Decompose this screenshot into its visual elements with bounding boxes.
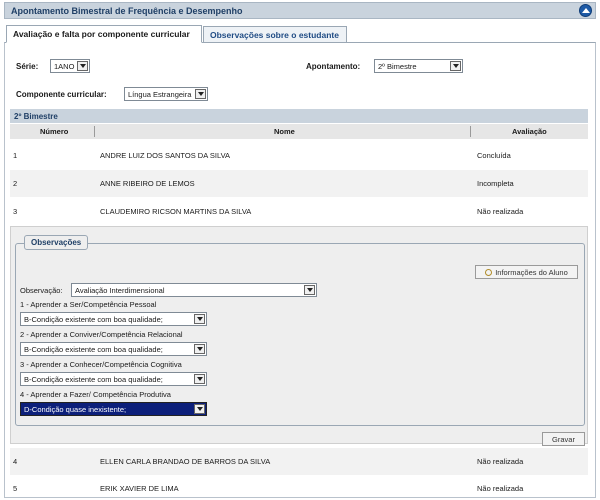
row-name: ANDRE LUIZ DOS SANTOS DA SILVA (100, 151, 231, 160)
window-title: Apontamento Bimestral de Frequência e De… (11, 5, 243, 16)
serie-value: 1ANO (54, 61, 75, 71)
chevron-down-icon (304, 285, 315, 295)
observacoes-legend: Observações (24, 235, 89, 250)
info-aluno-label: Informações do Aluno (495, 267, 568, 277)
row-status: Não realizada (477, 457, 524, 466)
chevron-down-icon (194, 314, 205, 324)
apontamento-select[interactable]: 2º Bimestre (374, 59, 463, 73)
question-value: B-Condição existente com boa qualidade; (24, 374, 163, 384)
chevron-down-icon (194, 344, 205, 354)
observacao-value: Avaliação Interdimensional (75, 285, 165, 295)
question-value: B-Condição existente com boa qualidade; (24, 314, 163, 324)
tab-label: Avaliação e falta por componente curricu… (13, 29, 190, 39)
row-number: 4 (13, 457, 18, 466)
serie-select[interactable]: 1ANO (50, 59, 90, 73)
question-label: 2 - Aprender a Conviver/Competência Rela… (20, 330, 183, 339)
tab-avaliacao-falta[interactable]: Avaliação e falta por componente curricu… (6, 25, 202, 43)
row-number: 1 (13, 151, 18, 160)
tab-observacoes[interactable]: Observações sobre o estudante (203, 26, 347, 43)
row-name: ANNE RIBEIRO DE LEMOS (100, 179, 195, 188)
observacao-label: Observação: (20, 286, 63, 295)
row-name: ERIK XAVIER DE LIMA (100, 484, 179, 493)
componente-value: Língua Estrangeira (128, 89, 192, 99)
apontamento-label: Apontamento: (306, 62, 361, 71)
column-header-nome: Nome (274, 127, 295, 136)
apontamento-value: 2º Bimestre (378, 61, 417, 71)
question-label: 1 - Aprender a Ser/Competência Pessoal (20, 300, 157, 309)
question-4-select[interactable]: D-Condição quase inexistente; (20, 402, 207, 416)
question-label: 3 - Aprender a Conhecer/Competência Cogn… (20, 360, 182, 369)
componente-select[interactable]: Língua Estrangeira (124, 87, 208, 101)
chevron-down-icon (450, 61, 461, 71)
table-row[interactable]: 2 ANNE RIBEIRO DE LEMOS Incompleta (10, 170, 588, 197)
chevron-down-icon (194, 374, 205, 384)
window-titlebar: Apontamento Bimestral de Frequência e De… (4, 2, 596, 19)
row-number: 5 (13, 484, 18, 493)
column-header-avaliacao: Avaliação (512, 127, 547, 136)
table-row[interactable]: 5 ERIK XAVIER DE LIMA Não realizada (10, 475, 588, 499)
question-value: D-Condição quase inexistente; (24, 404, 127, 414)
collapse-up-icon[interactable] (579, 4, 592, 17)
chevron-down-icon (77, 61, 88, 71)
table-row[interactable]: 4 ELLEN CARLA BRANDAO DE BARROS DA SILVA… (10, 448, 588, 475)
row-number: 3 (13, 207, 18, 216)
question-2-select[interactable]: B-Condição existente com boa qualidade; (20, 342, 207, 356)
row-status: Não realizada (477, 207, 524, 216)
table-row[interactable]: 1 ANDRE LUIZ DOS SANTOS DA SILVA Concluí… (10, 142, 588, 169)
chevron-down-icon (195, 89, 206, 99)
row-status: Concluída (477, 151, 511, 160)
observacao-select[interactable]: Avaliação Interdimensional (71, 283, 317, 297)
column-divider (470, 126, 471, 137)
magnifier-icon (485, 268, 493, 276)
componente-label: Componente curricular: (16, 90, 107, 99)
table-header: Número Nome Avaliação (10, 124, 588, 139)
row-number: 2 (13, 179, 18, 188)
question-value: B-Condição existente com boa qualidade; (24, 344, 163, 354)
row-status: Incompleta (477, 179, 514, 188)
question-label: 4 - Aprender a Fazer/ Competência Produt… (20, 390, 171, 399)
gravar-button[interactable]: Gravar (542, 432, 585, 446)
serie-label: Série: (16, 62, 39, 71)
info-aluno-button[interactable]: Informações do Aluno (475, 265, 578, 279)
question-1-select[interactable]: B-Condição existente com boa qualidade; (20, 312, 207, 326)
table-row[interactable]: 3 CLAUDEMIRO RICSON MARTINS DA SILVA Não… (10, 198, 588, 225)
column-divider (94, 126, 95, 137)
section-title: 2º Bimestre (10, 109, 588, 123)
row-status: Não realizada (477, 484, 524, 493)
tab-label: Observações sobre o estudante (210, 30, 339, 40)
question-3-select[interactable]: B-Condição existente com boa qualidade; (20, 372, 207, 386)
row-name: CLAUDEMIRO RICSON MARTINS DA SILVA (100, 207, 252, 216)
row-name: ELLEN CARLA BRANDAO DE BARROS DA SILVA (100, 457, 271, 466)
chevron-down-icon (194, 404, 205, 414)
column-header-numero: Número (40, 127, 69, 136)
